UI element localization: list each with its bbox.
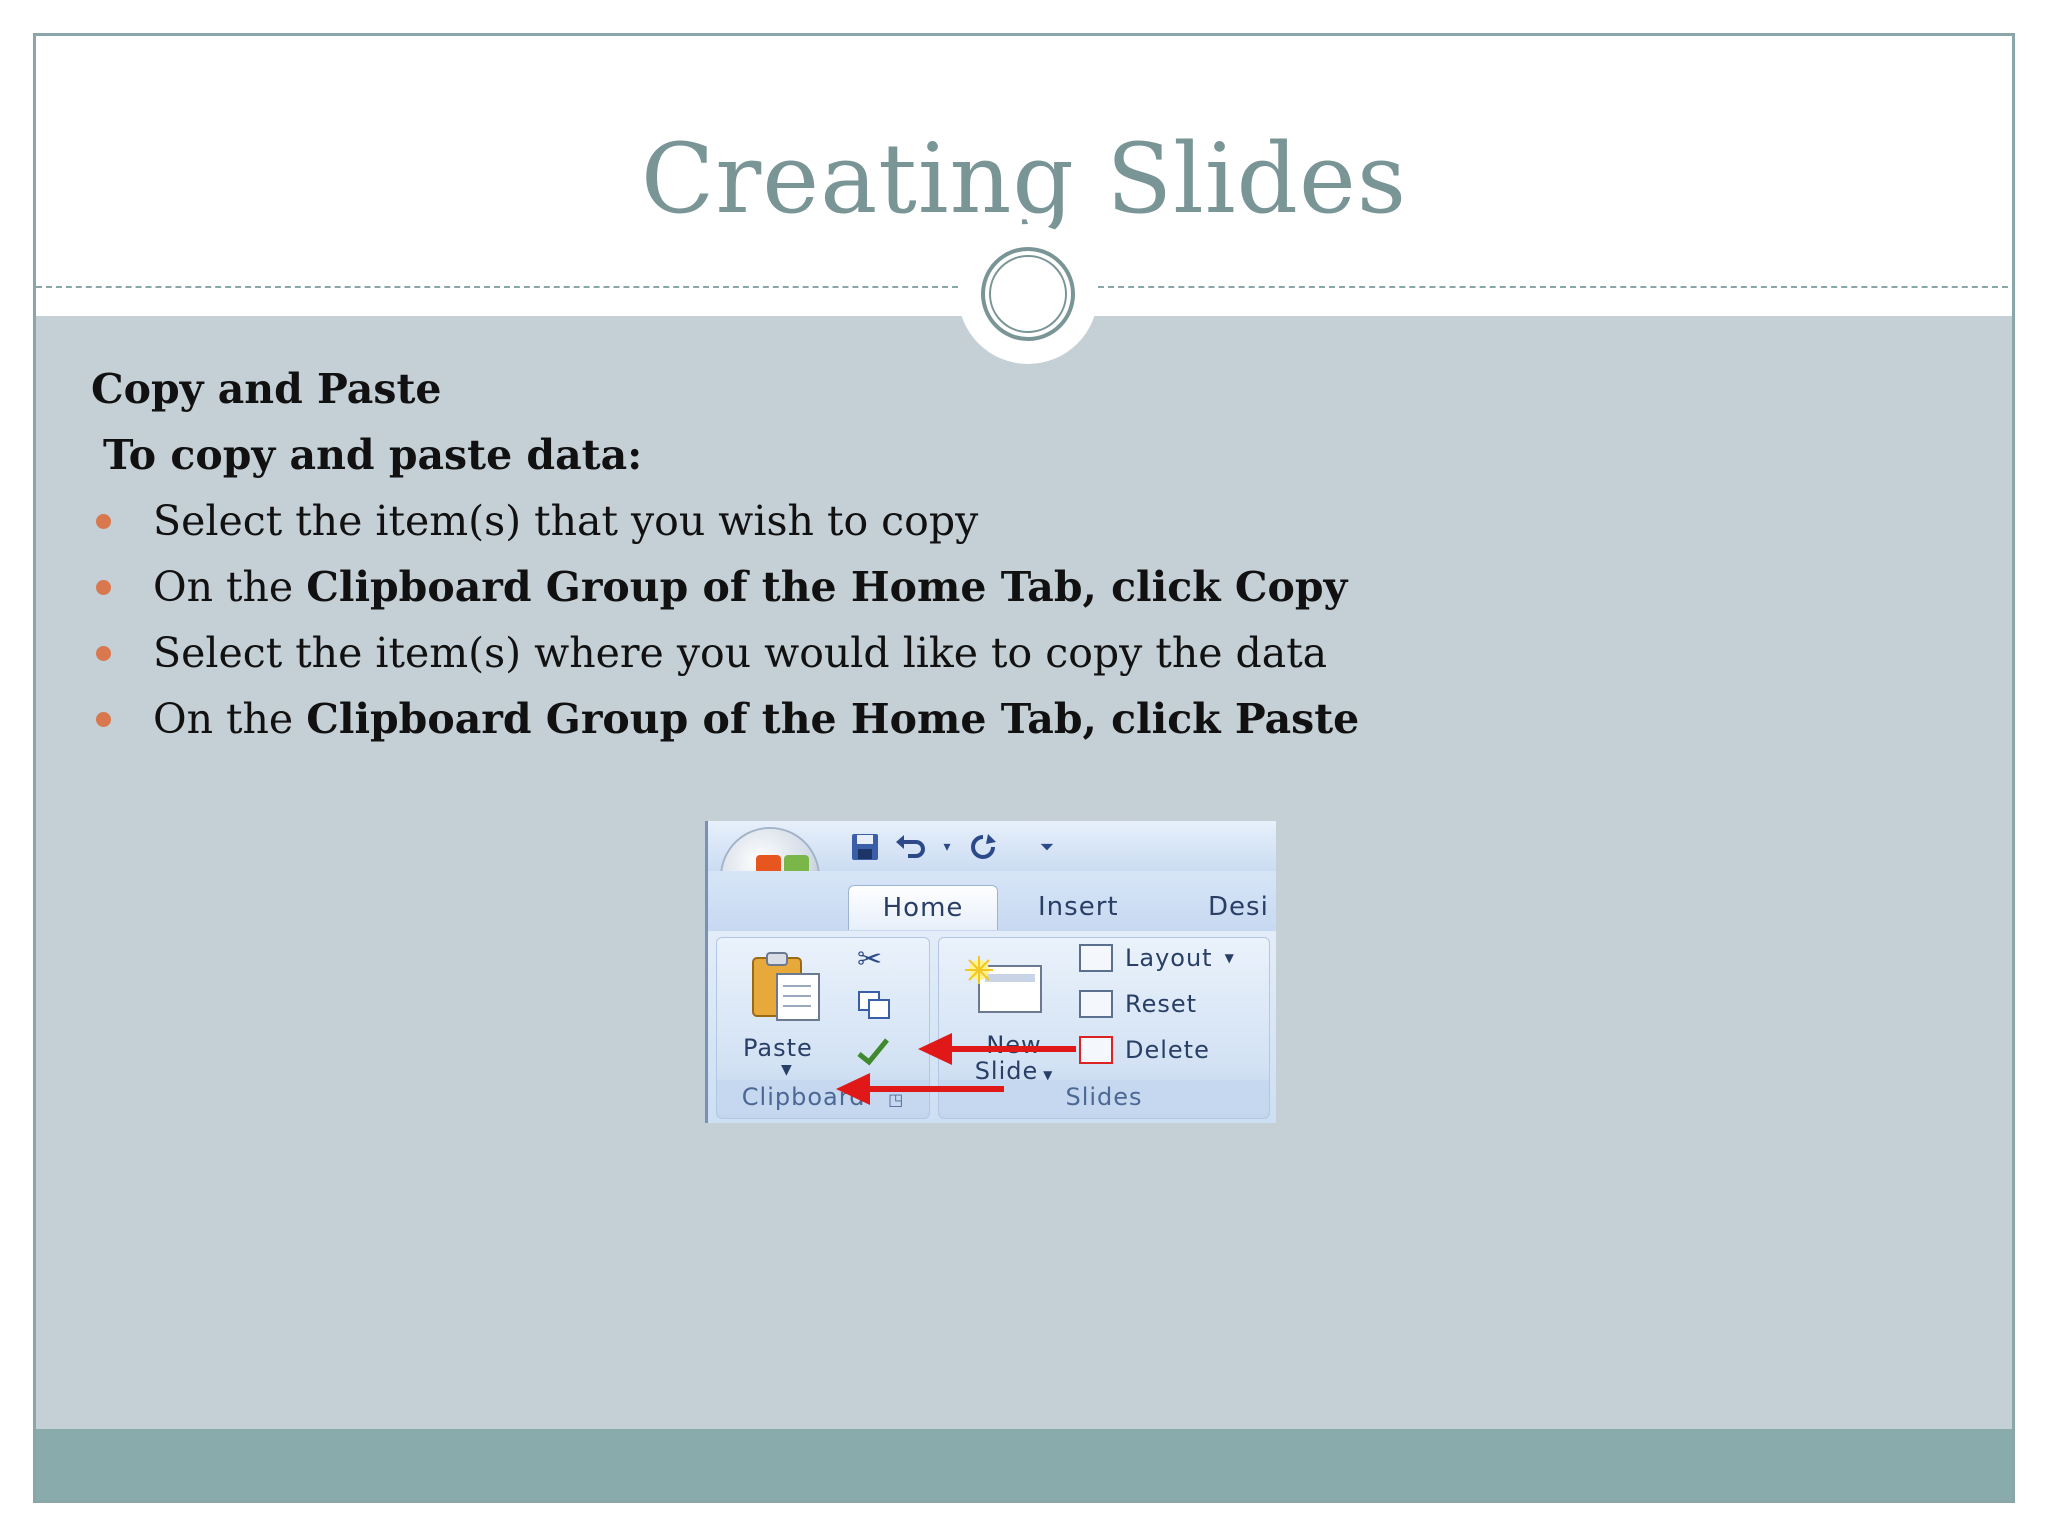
ribbon-tabs: Home Insert Desi [708,871,1276,931]
slide-footer-bar [36,1429,2012,1500]
reset-icon [1079,990,1113,1018]
slide-title: Creating Slides [640,123,1408,235]
customize-qat-icon[interactable]: ⏷ [1030,830,1064,864]
layout-icon [1079,944,1113,972]
bullet-text-prefix: On the [153,563,307,611]
slide-content: Copy and Paste To copy and paste data: S… [91,356,1891,752]
divider-circle-inner-ring [989,255,1067,333]
bullet-item: Select the item(s) that you wish to copy [91,488,1891,554]
undo-dropdown-icon[interactable]: ▾ [940,830,954,864]
bullet-dot-icon [96,712,111,727]
bullet-text: Select the item(s) that you wish to copy [153,497,979,545]
delete-label: Delete [1125,1036,1210,1064]
bullet-dot-icon [96,514,111,529]
new-slide-icon [965,956,1042,1013]
delete-icon [1079,1036,1113,1064]
tab-insert[interactable]: Insert [1038,885,1119,929]
format-painter-icon[interactable] [853,1034,891,1074]
bullet-text-bold: Clipboard Group of the Home Tab, click C… [306,563,1348,611]
arrow-to-copy-icon [918,1033,1076,1065]
arrow-to-format-painter-icon [836,1073,1004,1105]
delete-button[interactable]: Delete [1079,1036,1210,1064]
reset-label: Reset [1125,990,1198,1018]
chevron-down-icon: ▼ [1224,951,1235,965]
bullet-item: Select the item(s) where you would like … [91,620,1891,686]
bullet-item: On the Clipboard Group of the Home Tab, … [91,554,1891,620]
bullet-text-bold: Clipboard Group of the Home Tab, click P… [306,695,1360,743]
bullet-text-prefix: On the [153,695,307,743]
bullet-list: Select the item(s) that you wish to copy… [91,488,1891,752]
header-divider-right [1098,286,2012,288]
layout-label: Layout [1125,944,1213,972]
tab-home[interactable]: Home [848,885,998,930]
paste-label: Paste [743,1034,813,1062]
layout-button[interactable]: Layout ▼ [1079,944,1235,972]
slide: Creating Slides Copy and Paste To copy a… [33,33,2015,1503]
undo-icon[interactable] [894,830,928,864]
section-heading: Copy and Paste [91,365,442,413]
reset-button[interactable]: Reset [1079,990,1197,1018]
bullet-dot-icon [96,580,111,595]
subsection-heading: To copy and paste data: [103,431,643,479]
chevron-down-icon: ▼ [781,1062,792,1078]
header-divider-left [36,286,958,288]
bullet-item: On the Clipboard Group of the Home Tab, … [91,686,1891,752]
tab-design[interactable]: Desi [1208,885,1269,929]
clipboard-paste-icon [752,952,820,1021]
ribbon-screenshot: ▾ ⏷ Home Insert Desi Paste ▼ ✂ Clipboard… [705,821,1276,1123]
redo-icon[interactable] [966,830,1000,864]
copy-icon[interactable] [857,990,893,1028]
bullet-dot-icon [96,646,111,661]
bullet-text: Select the item(s) where you would like … [153,629,1328,677]
save-icon[interactable] [848,830,882,864]
scissors-icon[interactable]: ✂ [857,942,882,977]
